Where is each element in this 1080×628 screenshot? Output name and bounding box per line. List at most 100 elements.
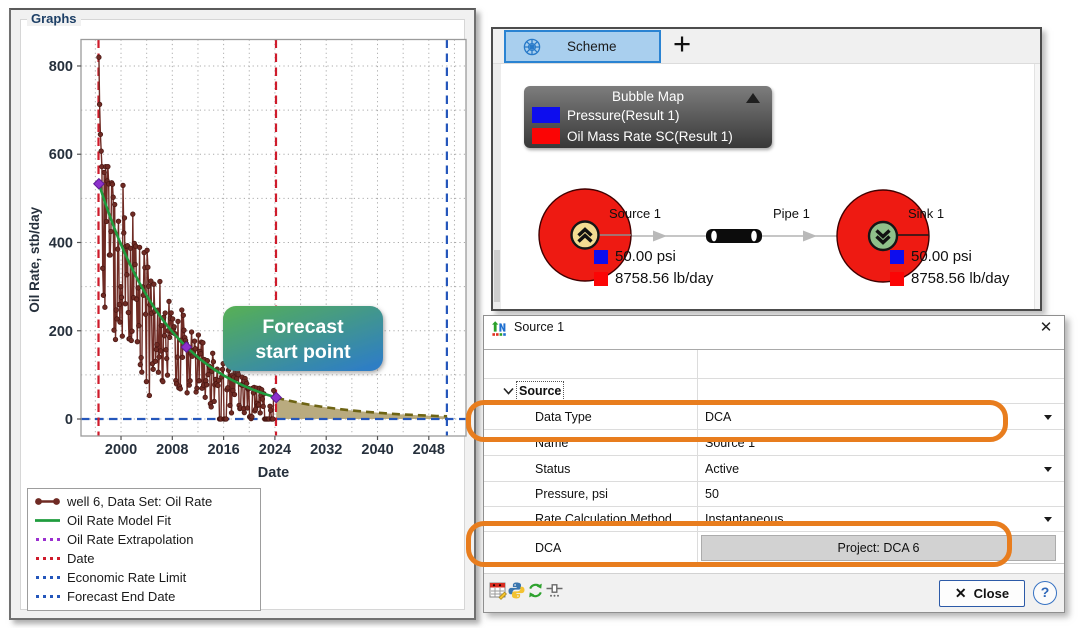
svg-text:2040: 2040 — [361, 442, 393, 458]
dropdown-arrow-icon[interactable] — [1044, 415, 1052, 420]
svg-text:600: 600 — [49, 147, 73, 163]
legend-row: well 6, Data Set: Oil Rate — [34, 492, 254, 511]
property-value[interactable]: Instantaneous — [705, 512, 784, 526]
source-node-label[interactable]: Source 1 — [609, 206, 661, 221]
bubble-map-item-label: Oil Mass Rate SC(Result 1) — [567, 129, 733, 144]
property-value[interactable]: Source 1 — [705, 436, 755, 450]
bubble-map-swatch — [532, 107, 560, 123]
legend-swatch-solid — [34, 511, 61, 530]
legend-row: Oil Rate Model Fit — [34, 511, 254, 530]
category-row-source[interactable]: Source — [484, 379, 1064, 404]
property-label: Name — [535, 436, 568, 450]
bubble-map-legend[interactable]: Bubble Map Pressure(Result 1)Oil Mass Ra… — [524, 86, 772, 148]
flow-arrow-icon — [653, 231, 667, 242]
legend-swatch-dotted — [34, 568, 61, 587]
results-table-icon[interactable] — [489, 581, 508, 600]
flow-arrow-icon — [803, 231, 817, 242]
svg-text:400: 400 — [49, 235, 73, 251]
sink-node-label[interactable]: Sink 1 — [908, 206, 944, 221]
dialog-close-icon[interactable]: ✕ — [1037, 319, 1055, 337]
property-value[interactable]: 50 — [705, 487, 719, 501]
legend-label: Economic Rate Limit — [67, 570, 186, 585]
bubble-map-item: Oil Mass Rate SC(Result 1) — [532, 128, 733, 144]
legend-row: Economic Rate Limit — [34, 568, 254, 587]
sink-pressure-value: 50.00 psi — [890, 248, 972, 265]
pipe-label[interactable]: Pipe 1 — [773, 206, 810, 221]
property-label: Status — [535, 462, 570, 476]
help-button[interactable]: ? — [1033, 581, 1057, 605]
category-label: Source — [519, 384, 561, 398]
legend-label: well 6, Data Set: Oil Rate — [67, 494, 212, 509]
bubble-map-item: Pressure(Result 1) — [532, 107, 680, 123]
legend-label: Date — [67, 551, 94, 566]
svg-text:2024: 2024 — [259, 442, 291, 458]
dialog-titlebar[interactable]: Source 1 ✕ — [484, 316, 1064, 340]
source-rate-value: 8758.56 lb/day — [594, 270, 713, 287]
pressure-swatch — [594, 250, 608, 264]
x-tick-labels: 2000 2008 2016 2024 2032 2040 2048 — [105, 442, 445, 458]
collapse-triangle-icon[interactable] — [746, 93, 760, 103]
property-label: Rate Calculation Method — [535, 512, 672, 526]
legend-swatch-dots-line — [34, 492, 61, 511]
x-axis-title: Date — [258, 465, 289, 481]
svg-text:2016: 2016 — [207, 442, 239, 458]
property-row-status[interactable]: Status Active — [484, 456, 1064, 482]
property-grid: Source Data Type DCA Name Source 1 Status Act… — [484, 349, 1064, 564]
dca-project-button[interactable]: Project: DCA 6 — [701, 535, 1056, 561]
legend-swatch-dotted — [34, 549, 61, 568]
source-properties-dialog: Source 1 ✕ Source Data TypeDCANameSource… — [483, 315, 1065, 613]
bubble-map-swatch — [532, 128, 560, 144]
app-logo-icon — [490, 319, 508, 337]
svg-text:200: 200 — [49, 324, 73, 340]
property-row-rate-calculation-method[interactable]: Rate Calculation Method Instantaneous — [484, 507, 1064, 532]
chevron-down-icon[interactable] — [503, 387, 514, 395]
svg-text:2048: 2048 — [413, 442, 445, 458]
dropdown-arrow-icon[interactable] — [1044, 517, 1052, 522]
refresh-icon[interactable] — [526, 581, 545, 600]
svg-text:2008: 2008 — [156, 442, 188, 458]
source-pressure-text: 50.00 psi — [615, 248, 676, 265]
close-button-label: Close — [974, 586, 1009, 601]
svg-text:2000: 2000 — [105, 442, 137, 458]
rate-swatch — [594, 272, 608, 286]
svg-text:800: 800 — [49, 59, 73, 75]
svg-text:0: 0 — [65, 412, 73, 428]
python-icon[interactable] — [507, 581, 526, 600]
svg-text:2032: 2032 — [310, 442, 342, 458]
property-row-data-type[interactable]: Data Type DCA — [484, 404, 1064, 430]
source-rate-text: 8758.56 lb/day — [615, 270, 713, 287]
bubble-map-item-label: Pressure(Result 1) — [567, 108, 680, 123]
sink-rate-text: 8758.56 lb/day — [911, 270, 1009, 287]
dialog-toolbar: ✕ Close ? — [484, 573, 1064, 612]
property-label: Pressure, psi — [535, 487, 608, 501]
property-row-dca[interactable]: DCA Project: DCA 6 — [484, 532, 1064, 564]
legend-label: Oil Rate Extrapolation — [67, 532, 193, 547]
dropdown-arrow-icon[interactable] — [1044, 467, 1052, 472]
scheme-panel: Scheme + Bubble Map Pressure(Result 1)Oi… — [491, 27, 1042, 311]
property-value[interactable]: DCA — [705, 410, 731, 424]
source-pressure-value: 50.00 psi — [594, 248, 676, 265]
dialog-title: Source 1 — [514, 320, 564, 334]
property-label: DCA — [535, 541, 561, 555]
empty-grid-row — [484, 350, 1064, 379]
rate-swatch — [890, 272, 904, 286]
graphs-window-title: Graphs — [27, 11, 81, 26]
property-value[interactable]: Active — [705, 462, 739, 476]
slider-icon[interactable] — [545, 581, 564, 600]
property-row-name[interactable]: Name Source 1 — [484, 430, 1064, 456]
stage: Graphs 2000 2008 2016 2024 2032 2040 2048 0 200 4… — [0, 0, 1080, 628]
sink-pressure-text: 50.00 psi — [911, 248, 972, 265]
y-tick-labels: 0 200 400 600 800 — [49, 59, 73, 428]
sink-rate-value: 8758.56 lb/day — [890, 270, 1009, 287]
scheme-network-drawing — [493, 29, 1040, 309]
legend-swatch-dotted — [34, 530, 61, 549]
property-label: Data Type — [535, 410, 592, 424]
legend-row: Date — [34, 549, 254, 568]
property-row-pressure-psi[interactable]: Pressure, psi 50 — [484, 482, 1064, 507]
legend-label: Forecast End Date — [67, 589, 175, 604]
legend-swatch-dotted — [34, 587, 61, 606]
legend-row: Forecast End Date — [34, 587, 254, 606]
close-button[interactable]: ✕ Close — [939, 580, 1025, 607]
badge-text-line2: start point — [255, 341, 351, 363]
y-axis-title: Oil Rate, stb/day — [27, 206, 42, 312]
